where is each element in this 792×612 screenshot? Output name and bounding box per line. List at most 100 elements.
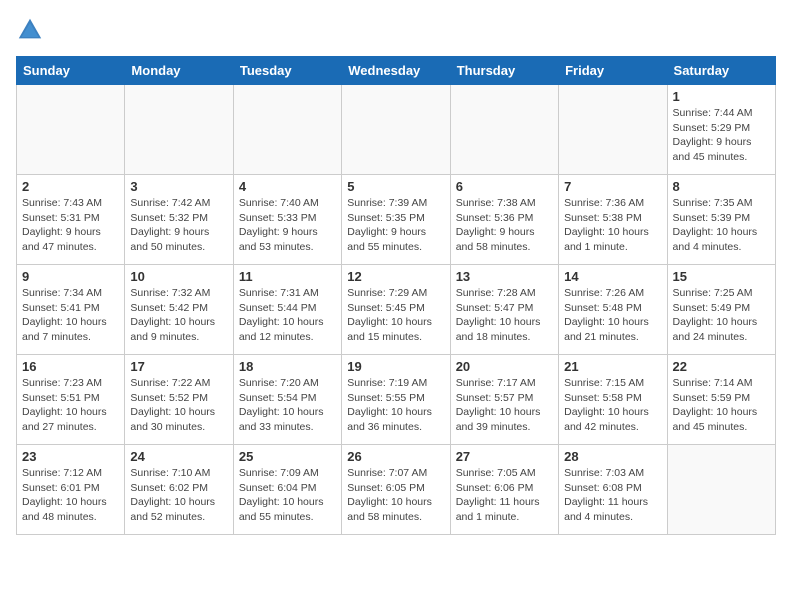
day-number: 23: [22, 449, 119, 464]
day-cell: [342, 85, 450, 175]
day-number: 24: [130, 449, 227, 464]
day-cell: 17 Sunrise: 7:22 AM Sunset: 5:52 PM Dayli…: [125, 355, 233, 445]
day-number: 1: [673, 89, 770, 104]
day-info: Sunrise: 7:12 AM Sunset: 6:01 PM Dayligh…: [22, 466, 119, 525]
day-cell: 27 Sunrise: 7:05 AM Sunset: 6:06 PM Dayli…: [450, 445, 558, 535]
day-cell: 5 Sunrise: 7:39 AM Sunset: 5:35 PM Daylig…: [342, 175, 450, 265]
day-number: 22: [673, 359, 770, 374]
day-number: 11: [239, 269, 336, 284]
header-thursday: Thursday: [450, 57, 558, 85]
day-cell: [450, 85, 558, 175]
header-sunday: Sunday: [17, 57, 125, 85]
day-info: Sunrise: 7:31 AM Sunset: 5:44 PM Dayligh…: [239, 286, 336, 345]
day-info: Sunrise: 7:26 AM Sunset: 5:48 PM Dayligh…: [564, 286, 661, 345]
day-info: Sunrise: 7:44 AM Sunset: 5:29 PM Dayligh…: [673, 106, 770, 165]
day-number: 19: [347, 359, 444, 374]
day-cell: [667, 445, 775, 535]
week-row-1: 2 Sunrise: 7:43 AM Sunset: 5:31 PM Daylig…: [17, 175, 776, 265]
day-number: 12: [347, 269, 444, 284]
day-info: Sunrise: 7:07 AM Sunset: 6:05 PM Dayligh…: [347, 466, 444, 525]
day-cell: 19 Sunrise: 7:19 AM Sunset: 5:55 PM Dayli…: [342, 355, 450, 445]
header-saturday: Saturday: [667, 57, 775, 85]
day-number: 8: [673, 179, 770, 194]
day-number: 27: [456, 449, 553, 464]
day-cell: 13 Sunrise: 7:28 AM Sunset: 5:47 PM Dayli…: [450, 265, 558, 355]
day-cell: 25Sunrise: 7:09 AM Sunset: 6:04 PM Dayli…: [233, 445, 341, 535]
day-cell: 10 Sunrise: 7:32 AM Sunset: 5:42 PM Dayli…: [125, 265, 233, 355]
day-cell: 6 Sunrise: 7:38 AM Sunset: 5:36 PM Daylig…: [450, 175, 558, 265]
day-number: 17: [130, 359, 227, 374]
header-wednesday: Wednesday: [342, 57, 450, 85]
week-row-0: 1 Sunrise: 7:44 AM Sunset: 5:29 PM Daylig…: [17, 85, 776, 175]
week-row-3: 16 Sunrise: 7:23 AM Sunset: 5:51 PM Dayli…: [17, 355, 776, 445]
day-info: Sunrise: 7:43 AM Sunset: 5:31 PM Dayligh…: [22, 196, 119, 255]
day-number: 6: [456, 179, 553, 194]
day-cell: 26 Sunrise: 7:07 AM Sunset: 6:05 PM Dayli…: [342, 445, 450, 535]
day-cell: 16 Sunrise: 7:23 AM Sunset: 5:51 PM Dayli…: [17, 355, 125, 445]
day-cell: 4 Sunrise: 7:40 AM Sunset: 5:33 PM Daylig…: [233, 175, 341, 265]
day-info: Sunrise: 7:05 AM Sunset: 6:06 PM Dayligh…: [456, 466, 553, 525]
day-cell: 24 Sunrise: 7:10 AM Sunset: 6:02 PM Dayli…: [125, 445, 233, 535]
day-cell: 1 Sunrise: 7:44 AM Sunset: 5:29 PM Daylig…: [667, 85, 775, 175]
day-info: Sunrise: 7:19 AM Sunset: 5:55 PM Dayligh…: [347, 376, 444, 435]
day-number: 2: [22, 179, 119, 194]
day-info: Sunrise: 7:25 AM Sunset: 5:49 PM Dayligh…: [673, 286, 770, 345]
day-cell: 22 Sunrise: 7:14 AM Sunset: 5:59 PM Dayli…: [667, 355, 775, 445]
day-cell: 21 Sunrise: 7:15 AM Sunset: 5:58 PM Dayli…: [559, 355, 667, 445]
day-info: Sunrise: 7:10 AM Sunset: 6:02 PM Dayligh…: [130, 466, 227, 525]
header-friday: Friday: [559, 57, 667, 85]
day-info: Sunrise: 7:32 AM Sunset: 5:42 PM Dayligh…: [130, 286, 227, 345]
day-info: Sunrise: 7:34 AM Sunset: 5:41 PM Dayligh…: [22, 286, 119, 345]
day-cell: 12 Sunrise: 7:29 AM Sunset: 5:45 PM Dayli…: [342, 265, 450, 355]
week-row-4: 23 Sunrise: 7:12 AM Sunset: 6:01 PM Dayli…: [17, 445, 776, 535]
day-number: 20: [456, 359, 553, 374]
day-number: 26: [347, 449, 444, 464]
page-header: [16, 16, 776, 44]
day-info: Sunrise: 7:14 AM Sunset: 5:59 PM Dayligh…: [673, 376, 770, 435]
day-number: 13: [456, 269, 553, 284]
day-number: 16: [22, 359, 119, 374]
days-header-row: SundayMondayTuesdayWednesdayThursdayFrid…: [17, 57, 776, 85]
day-info: Sunrise: 7:20 AM Sunset: 5:54 PM Dayligh…: [239, 376, 336, 435]
day-number: 3: [130, 179, 227, 194]
day-cell: 20Sunrise: 7:17 AM Sunset: 5:57 PM Dayli…: [450, 355, 558, 445]
header-tuesday: Tuesday: [233, 57, 341, 85]
day-info: Sunrise: 7:35 AM Sunset: 5:39 PM Dayligh…: [673, 196, 770, 255]
day-cell: 14 Sunrise: 7:26 AM Sunset: 5:48 PM Dayli…: [559, 265, 667, 355]
day-info: Sunrise: 7:36 AM Sunset: 5:38 PM Dayligh…: [564, 196, 661, 255]
day-info: Sunrise: 7:29 AM Sunset: 5:45 PM Dayligh…: [347, 286, 444, 345]
day-info: Sunrise: 7:38 AM Sunset: 5:36 PM Dayligh…: [456, 196, 553, 255]
day-cell: 3Sunrise: 7:42 AM Sunset: 5:32 PM Daylig…: [125, 175, 233, 265]
logo: [16, 16, 48, 44]
day-info: Sunrise: 7:09 AM Sunset: 6:04 PM Dayligh…: [239, 466, 336, 525]
week-row-2: 9 Sunrise: 7:34 AM Sunset: 5:41 PM Daylig…: [17, 265, 776, 355]
day-cell: 2 Sunrise: 7:43 AM Sunset: 5:31 PM Daylig…: [17, 175, 125, 265]
day-number: 10: [130, 269, 227, 284]
day-cell: 8 Sunrise: 7:35 AM Sunset: 5:39 PM Daylig…: [667, 175, 775, 265]
day-cell: 11 Sunrise: 7:31 AM Sunset: 5:44 PM Dayli…: [233, 265, 341, 355]
logo-icon: [16, 16, 44, 44]
day-cell: 15 Sunrise: 7:25 AM Sunset: 5:49 PM Dayli…: [667, 265, 775, 355]
day-info: Sunrise: 7:15 AM Sunset: 5:58 PM Dayligh…: [564, 376, 661, 435]
day-number: 15: [673, 269, 770, 284]
day-info: Sunrise: 7:28 AM Sunset: 5:47 PM Dayligh…: [456, 286, 553, 345]
day-number: 5: [347, 179, 444, 194]
day-cell: [559, 85, 667, 175]
day-number: 7: [564, 179, 661, 194]
day-info: Sunrise: 7:03 AM Sunset: 6:08 PM Dayligh…: [564, 466, 661, 525]
day-number: 4: [239, 179, 336, 194]
day-cell: [233, 85, 341, 175]
day-number: 9: [22, 269, 119, 284]
day-info: Sunrise: 7:23 AM Sunset: 5:51 PM Dayligh…: [22, 376, 119, 435]
day-number: 14: [564, 269, 661, 284]
day-number: 28: [564, 449, 661, 464]
day-info: Sunrise: 7:39 AM Sunset: 5:35 PM Dayligh…: [347, 196, 444, 255]
day-cell: [125, 85, 233, 175]
day-cell: 23 Sunrise: 7:12 AM Sunset: 6:01 PM Dayli…: [17, 445, 125, 535]
calendar-table: SundayMondayTuesdayWednesdayThursdayFrid…: [16, 56, 776, 535]
header-monday: Monday: [125, 57, 233, 85]
day-info: Sunrise: 7:40 AM Sunset: 5:33 PM Dayligh…: [239, 196, 336, 255]
day-cell: 7 Sunrise: 7:36 AM Sunset: 5:38 PM Daylig…: [559, 175, 667, 265]
day-number: 21: [564, 359, 661, 374]
day-info: Sunrise: 7:22 AM Sunset: 5:52 PM Dayligh…: [130, 376, 227, 435]
